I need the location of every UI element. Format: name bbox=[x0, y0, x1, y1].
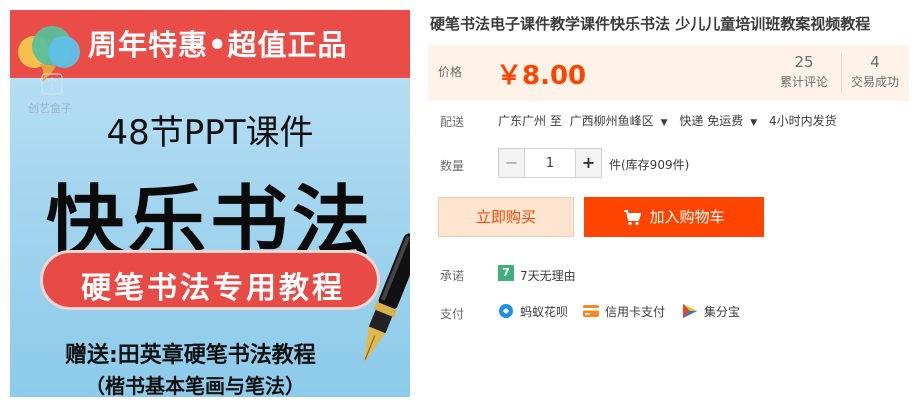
ant-huabei-icon bbox=[499, 304, 513, 318]
jifenbao-icon bbox=[683, 304, 697, 318]
price-label: 价格 bbox=[438, 65, 463, 79]
add-to-cart-button[interactable]: 加入购物车 bbox=[584, 197, 764, 237]
delivery-destination-label: 广西柳州鱼峰区 bbox=[569, 114, 654, 128]
delivery-label: 配送 bbox=[440, 115, 465, 129]
gift-line-1: 赠送:田英章硬笔书法教程 bbox=[65, 343, 316, 368]
course-subtitle-pill: 硬笔书法专用教程 bbox=[40, 250, 380, 310]
sales-stat: 4 交易成功 bbox=[844, 53, 906, 90]
delivery-from: 广东广州 至 bbox=[498, 114, 562, 128]
buy-now-button[interactable]: 立即购买 bbox=[438, 197, 574, 237]
promo-banner-text: 周年特惠•超值正品 bbox=[88, 28, 348, 62]
delivery-method[interactable]: 快递 免运费 ▼ bbox=[679, 114, 761, 128]
reviews-stat[interactable]: 25 累计评论 bbox=[768, 53, 840, 90]
fountain-pen-icon bbox=[363, 233, 410, 364]
chevron-down-icon: ▼ bbox=[660, 118, 668, 128]
lessons-count: 48节PPT课件 bbox=[106, 113, 314, 153]
payment-method-jifenbao[interactable]: 集分宝 bbox=[704, 303, 740, 320]
delivery-method-label: 快递 免运费 bbox=[679, 114, 744, 128]
stat-divider bbox=[841, 53, 842, 93]
product-title: 硬笔书法电子课件教学课件快乐书法 少儿儿童培训班教案视频教程 bbox=[430, 15, 871, 33]
seven-day-return-icon: 7 bbox=[498, 265, 514, 281]
sales-label: 交易成功 bbox=[850, 75, 899, 89]
quantity-input[interactable] bbox=[525, 149, 575, 177]
stock-info: 件(库存909件) bbox=[609, 158, 690, 172]
promise-label: 承诺 bbox=[440, 269, 465, 283]
add-to-cart-label: 加入购物车 bbox=[649, 208, 725, 226]
reviews-label: 累计评论 bbox=[779, 75, 828, 89]
price-box: 价格 ￥8.00 25 累计评论 4 交易成功 bbox=[428, 45, 909, 101]
payment-method-huabei[interactable]: 蚂蚁花呗 bbox=[520, 303, 568, 320]
delivery-destination[interactable]: 广西柳州鱼峰区 ▼ bbox=[570, 114, 672, 128]
price-value: ￥8.00 bbox=[496, 61, 587, 91]
chevron-down-icon: ▼ bbox=[750, 118, 758, 128]
sales-count: 4 bbox=[870, 53, 880, 71]
reviews-count: 25 bbox=[794, 53, 814, 71]
course-subtitle: 硬笔书法专用教程 bbox=[81, 271, 345, 306]
decrement-button[interactable]: − bbox=[499, 149, 525, 177]
increment-button[interactable]: + bbox=[575, 149, 601, 177]
quantity-label: 数量 bbox=[440, 159, 465, 173]
promise-text[interactable]: 7天无理由 bbox=[520, 267, 576, 284]
brand-logo-icon bbox=[18, 26, 80, 95]
ship-time: 4小时内发货 bbox=[769, 114, 837, 128]
delivery-row: 广东广州 至 广西柳州鱼峰区 ▼ 快递 免运费 ▼ 4小时内发货 bbox=[498, 112, 841, 129]
product-image: 周年特惠•超值正品 创艺盒子 48节PPT课件 快乐书法 硬笔书法专用教程 赠送… bbox=[10, 10, 410, 397]
payment-method-credit-card[interactable]: 信用卡支付 bbox=[605, 303, 665, 320]
cart-icon bbox=[624, 209, 642, 225]
credit-card-icon bbox=[583, 305, 599, 317]
payment-label: 支付 bbox=[440, 307, 465, 321]
gift-line-2: （楷书基本笔画与笔法） bbox=[85, 374, 305, 397]
quantity-stepper: − + bbox=[498, 148, 602, 178]
